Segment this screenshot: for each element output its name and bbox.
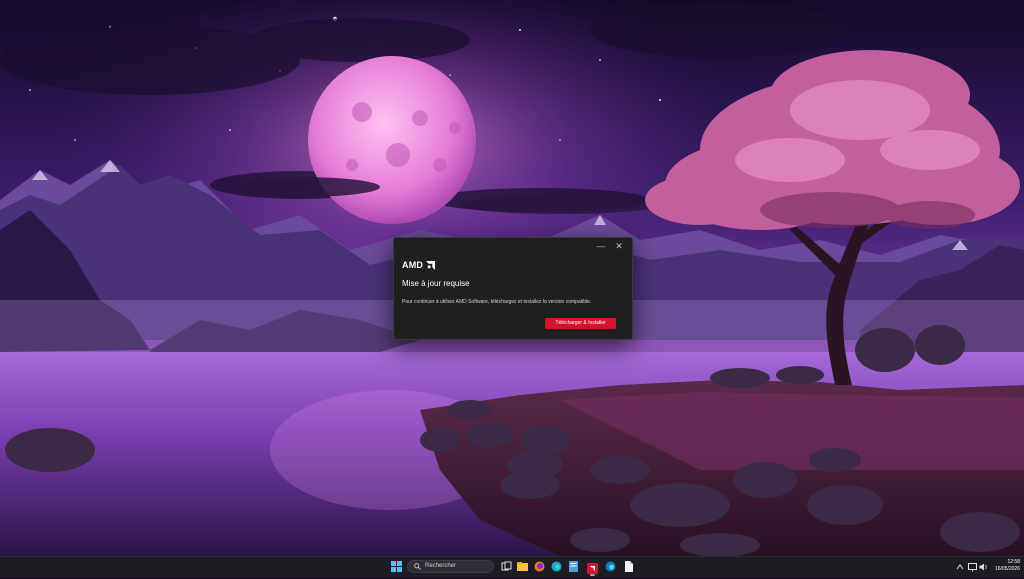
notepad-icon[interactable] [568, 561, 579, 572]
dialog-titlebar: — ✕ [592, 240, 628, 254]
amd-arrow-icon [426, 260, 436, 270]
amd-logo: AMD [402, 260, 436, 270]
taskbar-clock[interactable]: 12:58 16/05/2026 [990, 559, 1020, 573]
amd-update-dialog: — ✕ AMD Mise à jour requise Pour continu… [393, 237, 633, 340]
dialog-title: Mise à jour requise [402, 279, 470, 288]
minimize-button[interactable]: — [592, 240, 610, 252]
task-view-icon[interactable] [501, 561, 512, 572]
edge-icon[interactable] [605, 561, 616, 572]
file-icon[interactable] [623, 561, 634, 572]
amd-logo-text: AMD [402, 260, 424, 270]
clock-date: 16/05/2026 [994, 566, 1020, 572]
search-placeholder: Rechercher [425, 563, 457, 569]
amd-software-icon [587, 563, 598, 574]
search-icon [414, 563, 421, 570]
volume-icon[interactable] [979, 562, 988, 572]
clock-time: 12:58 [1007, 559, 1020, 565]
file-explorer-icon[interactable] [517, 561, 528, 572]
taskbar: Rechercher 12:58 16/05/2026 [0, 556, 1024, 577]
edge-icon[interactable] [551, 561, 562, 572]
taskbar-search-box[interactable]: Rechercher [407, 560, 494, 573]
windows-start-icon[interactable] [391, 561, 402, 572]
network-icon[interactable] [968, 562, 977, 572]
amd-software-taskbar-item[interactable] [587, 561, 598, 576]
chevron-up-icon[interactable] [956, 562, 964, 572]
firefox-icon[interactable] [534, 561, 545, 572]
close-button[interactable]: ✕ [610, 240, 628, 252]
download-install-button[interactable]: Télécharger & Installer [545, 318, 616, 329]
dialog-message: Pour continuer à utiliser AMD Software, … [402, 299, 592, 305]
